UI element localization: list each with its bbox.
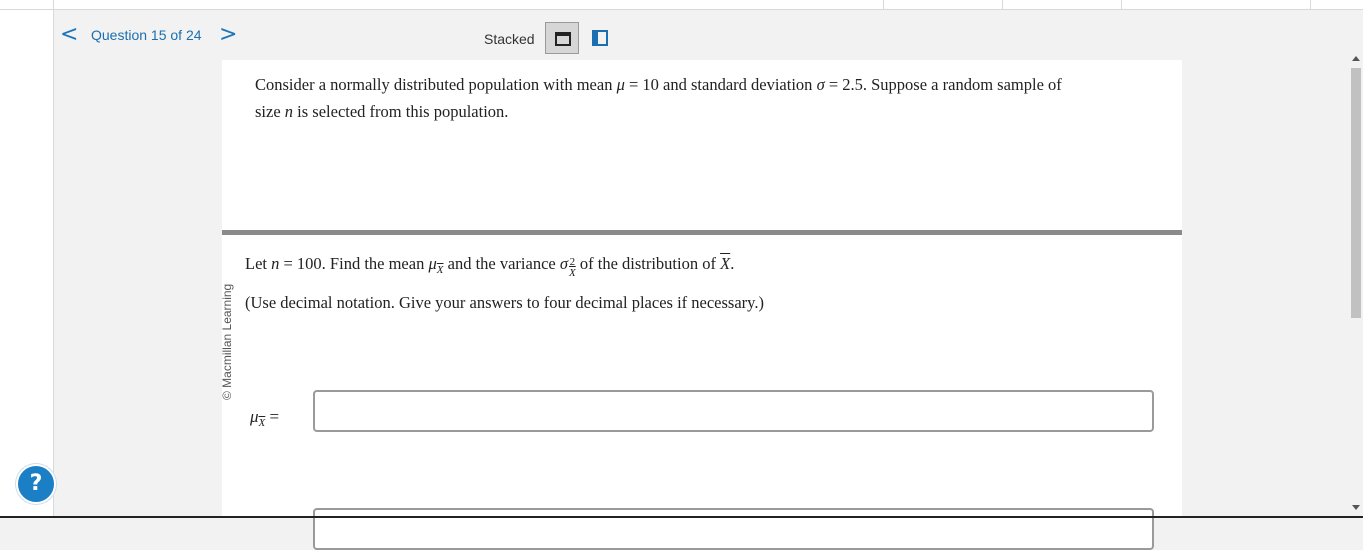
top-strip-divider bbox=[53, 0, 54, 9]
view-mode-label: Stacked bbox=[484, 31, 535, 47]
question-counter[interactable]: Question 15 of 24 bbox=[91, 27, 202, 43]
section-divider bbox=[222, 230, 1182, 235]
answer-instructions: (Use decimal notation. Give your answers… bbox=[245, 293, 764, 312]
scroll-down-icon[interactable] bbox=[1352, 505, 1360, 510]
top-strip-divider bbox=[1310, 0, 1311, 9]
problem-statement: Consider a normally distributed populati… bbox=[255, 75, 1062, 121]
mean-answer-label: μX = bbox=[250, 407, 280, 429]
left-rail bbox=[0, 10, 54, 518]
stacked-view-button[interactable] bbox=[545, 22, 579, 54]
page-scrollbar[interactable] bbox=[1349, 50, 1363, 518]
top-strip bbox=[0, 0, 1363, 10]
variance-answer-input[interactable] bbox=[313, 508, 1154, 550]
scroll-up-icon[interactable] bbox=[1352, 56, 1360, 61]
part-question: Let n = 100. Find the mean μX and the va… bbox=[245, 254, 735, 279]
top-strip-divider bbox=[1121, 0, 1122, 9]
stacked-view-icon bbox=[555, 32, 571, 46]
copyright-notice: © Macmillan Learning bbox=[220, 283, 234, 400]
help-button[interactable]: ? bbox=[16, 464, 56, 504]
scrollbar-thumb[interactable] bbox=[1351, 68, 1361, 318]
question-panel: Consider a normally distributed populati… bbox=[220, 60, 1182, 550]
mean-answer-input[interactable] bbox=[313, 390, 1154, 432]
top-strip-divider bbox=[883, 0, 884, 9]
previous-question-button[interactable]: < bbox=[60, 24, 78, 46]
split-view-icon bbox=[592, 30, 608, 46]
top-strip-divider bbox=[1002, 0, 1003, 9]
help-icon: ? bbox=[29, 471, 43, 496]
next-question-button[interactable]: > bbox=[219, 24, 237, 46]
split-view-button[interactable] bbox=[583, 22, 617, 54]
